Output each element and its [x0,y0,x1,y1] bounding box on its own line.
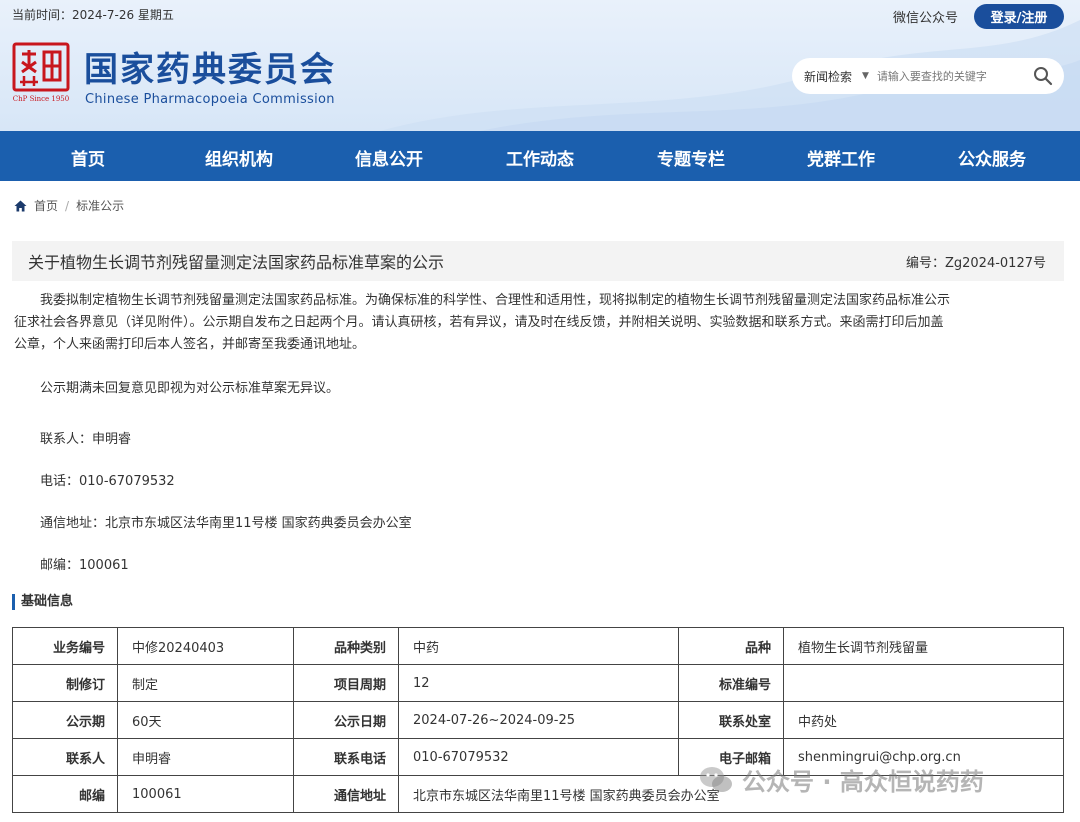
article-paragraph-2: 公示期满未回复意见即视为对公示标准草案无异议。 [40,381,340,396]
table-key: 邮编 [12,775,118,813]
table-key: 制修订 [12,664,118,702]
table-key: 联系人 [12,738,118,776]
table-key: 通信地址 [293,775,399,813]
table-key: 联系处室 [678,701,784,739]
nav-item-special-topics[interactable]: 专题专栏 [648,145,734,170]
contact-person: 联系人：申明睿 [40,432,132,447]
nav-item-organization[interactable]: 组织机构 [196,145,282,170]
paragraph-line: 公章，个人来函需打印后本人签名，并邮寄至我委通讯地址。 [14,337,366,352]
nav-item-public-service[interactable]: 公众服务 [949,145,1035,170]
table-value: 010-67079532 [398,738,679,776]
paragraph-line: 我委拟制定植物生长调节剂残留量测定法国家药品标准。为确保标准的科学性、合理性和适… [40,293,951,308]
basic-info-heading: 基础信息 [12,594,73,610]
login-register-button[interactable]: 登录/注册 [974,4,1064,29]
wechat-icon [700,766,732,792]
table-key: 品种类别 [293,627,399,665]
table-value: 申明睿 [117,738,294,776]
table-key: 公示日期 [293,701,399,739]
article-title: 关于植物生长调节剂残留量测定法国家药品标准草案的公示 [28,253,445,272]
article-title-bar: 关于植物生长调节剂残留量测定法国家药品标准草案的公示 编号：Zg2024-012… [12,241,1064,281]
paragraph-line: 征求社会各界意见（详见附件）。公示期自发布之日起两个月。请认真研核，若有异议，请… [14,315,944,330]
cp-seal-logo-icon: ChP Since 1950 [12,42,70,103]
table-value: 制定 [117,664,294,702]
breadcrumb-home-link[interactable]: 首页 [34,197,58,214]
nav-item-party-work[interactable]: 党群工作 [798,145,884,170]
table-value [783,664,1064,702]
search-input[interactable] [876,69,1027,83]
breadcrumb-separator: / [65,198,70,213]
table-key: 业务编号 [12,627,118,665]
watermark-text: 公众号 · 高众恒说药药 [742,768,984,796]
table-value: 中修20240403 [117,627,294,665]
current-date: 当前时间：2024-7-26 星期五 [12,8,174,22]
table-value: 100061 [117,775,294,813]
svg-text:ChP Since 1950: ChP Since 1950 [13,95,69,103]
table-key: 品种 [678,627,784,665]
table-row: 制修订 制定 项目周期 12 标准编号 [12,664,1064,702]
search-icon[interactable] [1031,64,1055,88]
caret-down-icon[interactable]: ▼ [862,71,869,81]
site-title: 国家药典委员会 [84,50,336,90]
document-number: 编号：Zg2024-0127号 [905,255,1046,271]
search-box: 新闻检索 ▼ [792,58,1064,94]
contact-phone: 电话：010-67079532 [40,474,175,489]
table-row: 业务编号 中修20240403 品种类别 中药 品种 植物生长调节剂残留量 [12,627,1064,665]
search-category-select[interactable]: 新闻检索 [804,68,852,85]
nav-item-info-disclosure[interactable]: 信息公开 [346,145,432,170]
watermark: 公众号 · 高众恒说药药 [698,762,984,797]
table-value: 植物生长调节剂残留量 [783,627,1064,665]
breadcrumb-current[interactable]: 标准公示 [76,197,124,214]
wechat-link[interactable]: 微信公众号 [893,7,958,26]
table-key: 公示期 [12,701,118,739]
article-paragraph-1: 我委拟制定植物生长调节剂残留量测定法国家药品标准。为确保标准的科学性、合理性和适… [14,290,1064,356]
home-icon [14,200,27,211]
table-value: 60天 [117,701,294,739]
postcode: 邮编：100061 [40,558,129,573]
site-header: 当前时间：2024-7-26 星期五 微信公众号 登录/注册 ChP Since… [0,0,1080,131]
breadcrumb: 首页 / 标准公示 [14,197,124,214]
table-key: 标准编号 [678,664,784,702]
table-value: 12 [398,664,679,702]
site-subtitle: Chinese Pharmacopoeia Commission [85,92,335,107]
main-nav: 首页 组织机构 信息公开 工作动态 专题专栏 党群工作 公众服务 [0,131,1080,181]
table-row: 公示期 60天 公示日期 2024-07-26~2024-09-25 联系处室 … [12,701,1064,739]
mailing-address: 通信地址：北京市东城区法华南里11号楼 国家药典委员会办公室 [40,516,412,531]
table-value: 2024-07-26~2024-09-25 [398,701,679,739]
nav-item-home[interactable]: 首页 [52,145,124,170]
table-value: 中药处 [783,701,1064,739]
table-key: 联系电话 [293,738,399,776]
table-key: 项目周期 [293,664,399,702]
table-value: 中药 [398,627,679,665]
nav-item-work-news[interactable]: 工作动态 [497,145,583,170]
